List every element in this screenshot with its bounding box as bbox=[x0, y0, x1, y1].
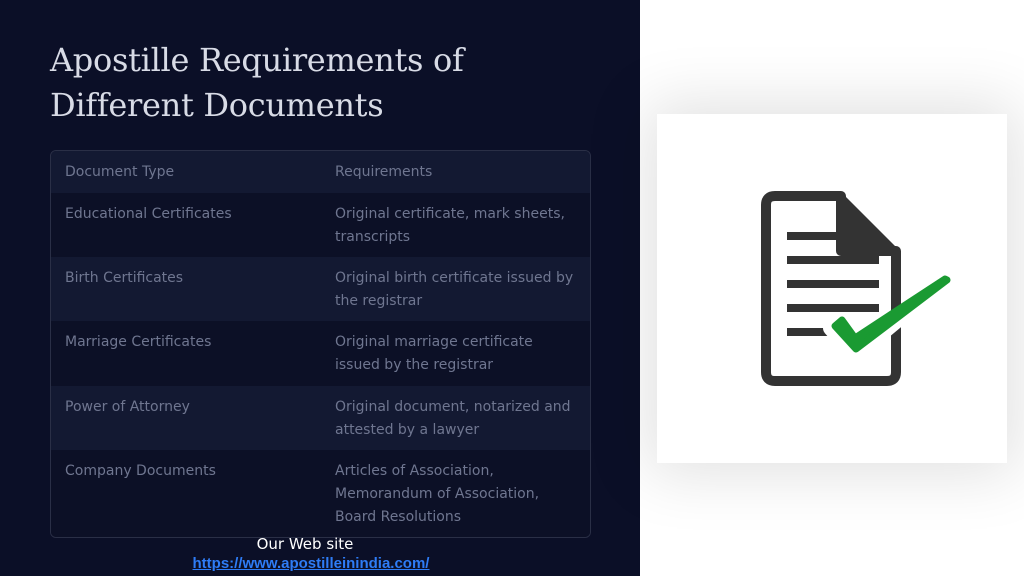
table-cell-document-type: Company Documents bbox=[65, 463, 216, 479]
document-checkmark-icon bbox=[761, 191, 957, 386]
table-cell-document-type: Marriage Certificates bbox=[65, 334, 212, 350]
table-cell-requirements: Original marriage certificate issued by … bbox=[335, 334, 533, 373]
table-cell-document-type: Educational Certificates bbox=[65, 206, 232, 222]
document-line bbox=[787, 256, 879, 264]
table-row: Educational Certificates Original certif… bbox=[51, 193, 590, 257]
table-cell-document-type: Birth Certificates bbox=[65, 270, 184, 286]
table-row: Company Documents Articles of Associatio… bbox=[51, 450, 590, 537]
document-fold bbox=[845, 196, 897, 248]
header-document-type: Document Type bbox=[65, 164, 175, 180]
table-cell-requirements: Original certificate, mark sheets, trans… bbox=[335, 206, 565, 245]
requirements-table: Document Type Requirements Educational C… bbox=[50, 150, 591, 538]
website-label: Our Web site bbox=[256, 535, 354, 553]
table-row: Marriage Certificates Original marriage … bbox=[51, 321, 590, 386]
document-line bbox=[787, 280, 879, 288]
table-row: Birth Certificates Original birth certif… bbox=[51, 257, 590, 321]
table-cell-requirements: Original birth certificate issued by the… bbox=[335, 270, 574, 309]
page-title: Apostille Requirements of Different Docu… bbox=[50, 41, 464, 124]
left-panel: Apostille Requirements of Different Docu… bbox=[0, 0, 640, 576]
slide: Apostille Requirements of Different Docu… bbox=[0, 0, 1024, 576]
table-cell-document-type: Power of Attorney bbox=[65, 399, 190, 415]
table-cell-requirements: Articles of Association, Memorandum of A… bbox=[335, 463, 540, 525]
table-row: Power of Attorney Original document, not… bbox=[51, 386, 590, 450]
table-header-row: Document Type Requirements bbox=[51, 151, 590, 193]
document-line bbox=[787, 304, 879, 312]
document-outline bbox=[761, 191, 901, 386]
website-link[interactable]: https://www.apostilleinindia.com/ bbox=[0, 555, 622, 572]
header-requirements: Requirements bbox=[335, 164, 433, 180]
document-image-card bbox=[657, 114, 1007, 463]
table-cell-requirements: Original document, notarized and atteste… bbox=[335, 399, 571, 438]
document-line bbox=[787, 232, 837, 240]
